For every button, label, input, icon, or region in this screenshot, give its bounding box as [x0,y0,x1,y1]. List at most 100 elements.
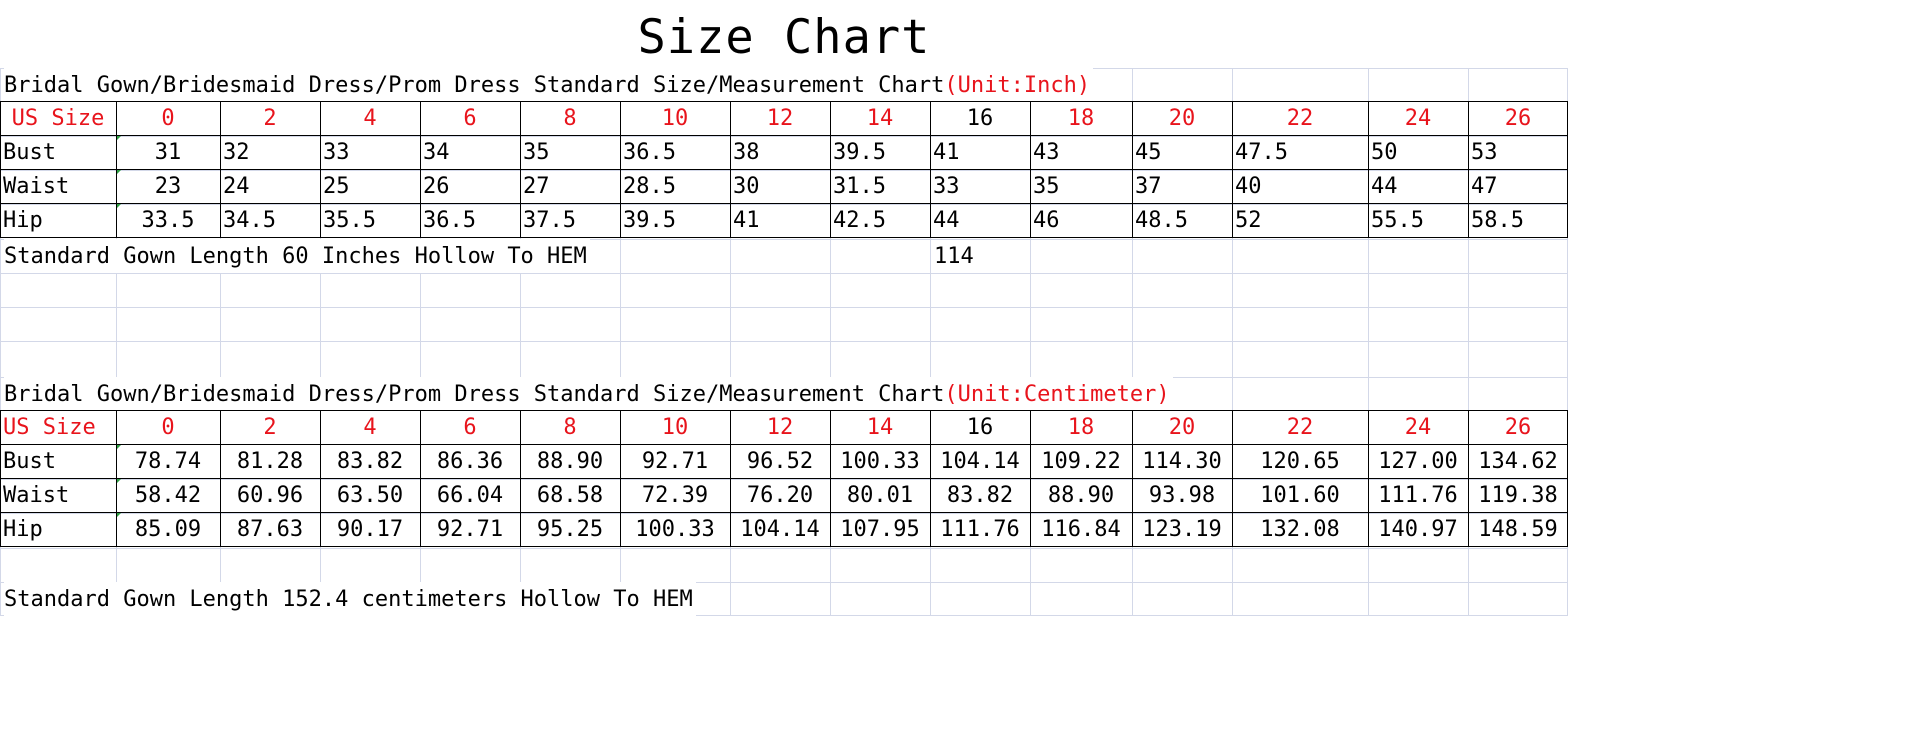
measurement-cell: 28.5 [623,174,676,199]
measurement-cell: 68.58 [536,483,604,508]
size-header-cell: 14 [866,415,894,440]
cell-marker-icon [117,479,121,483]
size-header-cell: 10 [661,415,689,440]
table-border-v [1132,410,1133,546]
size-header-cell: 16 [966,415,994,440]
measurement-cell: 33 [323,140,350,165]
measurement-cell: 95.25 [536,517,604,542]
row-label: Waist [3,174,70,199]
table-border-v [320,410,321,546]
row-label: Bust [3,140,56,165]
measurement-cell: 34 [423,140,450,165]
cm-unit-label: (Unit:Centimeter) [944,382,1170,407]
measurement-cell: 92.71 [641,449,709,474]
cell-marker-icon [117,513,121,517]
size-header-cell: 26 [1504,106,1532,131]
measurement-cell: 58.5 [1471,208,1524,233]
size-header-cell: 8 [563,106,577,131]
measurement-cell: 120.65 [1260,449,1340,474]
size-header-cell: 8 [563,415,577,440]
cm-heading-text: Bridal Gown/Bridesmaid Dress/Prom Dress … [4,382,945,407]
table-border-v [930,410,931,546]
table-border-h [0,101,1568,102]
measurement-cell: 48.5 [1135,208,1188,233]
inch-note-extra-value: 114 [934,244,974,269]
grid-row-line [0,273,1568,274]
measurement-cell: 119.38 [1478,483,1558,508]
measurement-cell: 39.5 [833,140,886,165]
measurement-cell: 31.5 [833,174,886,199]
cm-gown-length-note: Standard Gown Length 152.4 centimeters H… [4,582,696,616]
grid-row-line [0,341,1568,342]
measurement-cell: 32 [223,140,250,165]
table-border-h [0,444,1568,445]
table-border-v [930,101,931,237]
table-border-v [830,101,831,237]
table-border-v [1232,410,1233,546]
measurement-cell: 78.74 [134,449,202,474]
size-header-cell: 2 [263,106,277,131]
measurement-cell: 107.95 [840,517,920,542]
measurement-cell: 35 [1033,174,1060,199]
size-header-cell: 4 [363,415,377,440]
cm_table-row-bust: Bust 78.74 81.28 83.82 86.36 88.90 92.71 96.52 1… [0,444,1568,478]
size-header-cell: 12 [766,106,794,131]
cm-table-heading: Bridal Gown/Bridesmaid Dress/Prom Dress … [4,377,1173,410]
size-header-cell: 12 [766,415,794,440]
size-header-cell: 0 [161,415,175,440]
table-border-v [116,410,117,546]
size-header-cell: 18 [1067,106,1095,131]
measurement-cell: 30 [733,174,760,199]
measurement-cell: 81.28 [236,449,304,474]
size-header-cell: 6 [463,106,477,131]
measurement-cell: 87.63 [236,517,304,542]
table-border-v [730,410,731,546]
measurement-cell: 35.5 [323,208,376,233]
measurement-cell: 80.01 [846,483,914,508]
measurement-cell: 123.19 [1142,517,1222,542]
size-header-cell: 18 [1067,415,1095,440]
table-border-h [0,512,1568,513]
cm_table-row-waist: Waist 58.42 60.96 63.50 66.04 68.58 72.39 76.20… [0,478,1568,512]
table-border-v [0,410,1,546]
table-border-v [1368,101,1369,237]
table-border-v [420,101,421,237]
size-header-cell: 24 [1404,106,1432,131]
table-border-v [0,101,1,237]
measurement-cell: 88.90 [1047,483,1115,508]
measurement-cell: 92.71 [436,517,504,542]
measurement-cell: 35 [523,140,550,165]
cell-marker-icon [117,170,121,174]
measurement-cell: 104.14 [740,517,820,542]
inch_table-row-waist: Waist 23 24 25 26 27 28.5 30 31.5 33 35 37 40 44 47 [0,169,1568,203]
measurement-cell: 111.76 [940,517,1020,542]
measurement-cell: 83.82 [946,483,1014,508]
measurement-cell: 33 [933,174,960,199]
measurement-cell: 132.08 [1260,517,1340,542]
measurement-cell: 44 [933,208,960,233]
measurement-cell: 47.5 [1235,140,1288,165]
measurement-cell: 101.60 [1260,483,1340,508]
measurement-cell: 39.5 [623,208,676,233]
size-header-cell: 2 [263,415,277,440]
measurement-cell: 83.82 [336,449,404,474]
measurement-cell: 24 [223,174,250,199]
table-border-v [420,410,421,546]
measurement-cell: 38 [733,140,760,165]
measurement-cell: 116.84 [1041,517,1121,542]
cm_table-header-row: US Size 0 2 4 6 8 10 12 14 16 18 20 22 24 26 [0,410,1568,444]
size-header-cell: 14 [866,106,894,131]
size-header-cell: 20 [1168,106,1196,131]
table-border-v [830,410,831,546]
measurement-cell: 93.98 [1148,483,1216,508]
inch_table-header-row: US Size 0 2 4 6 8 10 12 14 16 18 20 22 24 26 [0,101,1568,135]
cell-marker-icon [117,445,121,449]
spreadsheet: Size Chart Bridal Gown/Bridesmaid Dress/… [0,0,1568,616]
table-border-h [0,478,1568,479]
measurement-cell: 40 [1235,174,1262,199]
inch_table-row-hip: Hip 33.5 34.5 35.5 36.5 37.5 39.5 41 42.5 44 46 48.… [0,203,1568,237]
measurement-cell: 109.22 [1041,449,1121,474]
size-header-cell: 16 [966,106,994,131]
size-header-cell: 22 [1286,106,1314,131]
inch_table-row-bust: Bust 31 32 33 34 35 36.5 38 39.5 41 43 45 47.5 50 53 [0,135,1568,169]
